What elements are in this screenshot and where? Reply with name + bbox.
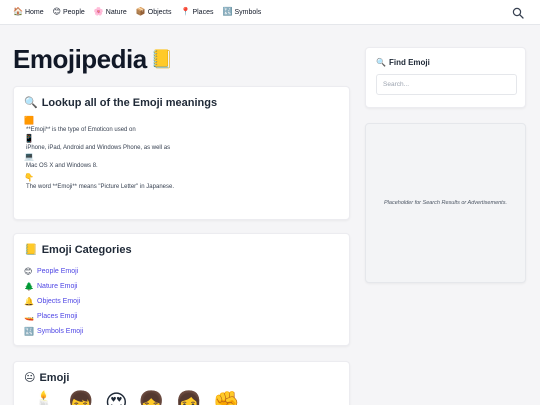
nav-people-label: People [63,8,85,16]
symbols-icon: 🔣 [24,327,34,336]
symbols-icon: 🔣 [222,7,233,16]
category-list: 😊 People Emoji 🌲 Nature Emoji 🔔 Objects Emo… [24,264,339,339]
nav-home-label: Home [24,8,44,16]
lookup-heading-text: Lookup all of the Emoji meanings [41,96,218,109]
category-item: 🔔 Objects Emoji [24,294,339,309]
find-heading-text: Find Emoji [388,58,430,67]
category-link-nature[interactable]: Nature Emoji [37,279,77,294]
nav-symbols-label: Symbols [234,8,262,16]
pointing-down-icon: 👇 [24,173,34,183]
category-link-people[interactable]: People Emoji [37,264,78,279]
laptop-icon: 💻 [24,152,34,162]
nav-nature-link[interactable]: 🌸 Nature [94,8,127,16]
nav-places-link[interactable]: 📍 Places [180,8,213,16]
bell-icon: 🔔 [24,297,34,306]
package-icon: 📦 [135,7,146,16]
category-link-places[interactable]: Places Emoji [37,309,77,324]
house-icon: 🏠 [13,7,23,16]
emoji-heading: 😐 Emoji [24,371,339,385]
nav-places-label: Places [192,8,214,16]
emoji-tile[interactable]: 👩 [175,392,202,405]
phone-icon: 📱 [24,134,34,144]
category-link-objects[interactable]: Objects Emoji [37,294,80,309]
page-title: Emojipedia 📒 [13,44,173,75]
lookup-line: iPhone, iPad, Android and Windows Phone,… [26,144,171,151]
lookup-heading: 🔍 Lookup all of the Emoji meanings [24,96,339,110]
search-icon[interactable] [512,6,524,19]
categories-heading: 📒 Emoji Categories [24,243,339,257]
placeholder-text: Placeholder for Search Results or Advert… [384,200,507,206]
magnifier-icon: 🔍 [24,97,38,109]
smiley-icon: 😊 [24,267,33,276]
tree-icon: 🌲 [24,282,34,291]
emoji-tile[interactable]: 👦 [67,392,94,405]
results-placeholder: Placeholder for Search Results or Advert… [365,123,526,283]
emoji-heading-text: Emoji [39,371,70,384]
category-item: 😊 People Emoji [24,264,339,279]
lookup-line: Mac OS X and Windows 8. [26,162,98,169]
find-emoji-card: 🔍 Find Emoji [365,47,526,108]
smiley-icon: 😊 [52,7,61,16]
search-input[interactable] [376,74,517,95]
page-title-text: Emojipedia [13,44,147,74]
neutral-face-icon: 😐 [24,372,36,384]
categories-heading-text: Emoji Categories [41,243,132,256]
emoji-grid: 🕯️ 👦 😍 👧 👩 ✊ [24,392,339,405]
category-link-symbols[interactable]: Symbols Emoji [37,324,83,339]
notebook-icon: 📒 [150,49,173,69]
boat-icon: 🚤 [24,312,34,321]
lookup-line: **Emoji** is the type of Emoticon used o… [26,126,136,133]
lookup-line: The word **Emoji** means "Picture Letter… [26,184,174,191]
categories-card: 📒 Emoji Categories 😊 People Emoji 🌲 Nature … [13,233,350,346]
category-item: 🔣 Symbols Emoji [24,324,339,339]
category-item: 🚤 Places Emoji [24,309,339,324]
nav-nature-label: Nature [105,8,127,16]
magnifier-icon: 🔍 [376,58,386,67]
find-heading: 🔍 Find Emoji [376,58,515,67]
pin-icon: 📍 [180,7,191,16]
nav-objects-link[interactable]: 📦 Objects [136,8,172,16]
nav-people-link[interactable]: 😊 People [53,8,85,16]
emoji-tile[interactable]: 👧 [138,392,165,405]
nav-objects-label: Objects [147,8,172,16]
nav-home-link[interactable]: 🏠 Home [13,8,44,16]
lookup-card: 🔍 Lookup all of the Emoji meanings 🟧 **Em… [13,86,350,220]
emoji-tile[interactable]: 😍 [105,392,128,405]
emoji-card: 😐 Emoji 🕯️ 👦 😍 👧 👩 ✊ [13,361,350,405]
category-item: 🌲 Nature Emoji [24,279,339,294]
orange-square-icon: 🟧 [24,116,34,125]
lookup-body: 🟧 **Emoji** is the type of Emoticon used… [24,116,339,192]
flower-icon: 🌸 [93,7,104,16]
nav-symbols-link[interactable]: 🔣 Symbols [222,8,261,16]
top-navigation: 🏠 Home 😊 People 🌸 Nature 📦 Objects 📍 Places 🔣… [0,0,540,25]
notebook-icon: 📒 [24,244,38,256]
emoji-tile[interactable]: ✊ [213,392,240,405]
emoji-tile[interactable]: 🕯️ [30,392,57,405]
